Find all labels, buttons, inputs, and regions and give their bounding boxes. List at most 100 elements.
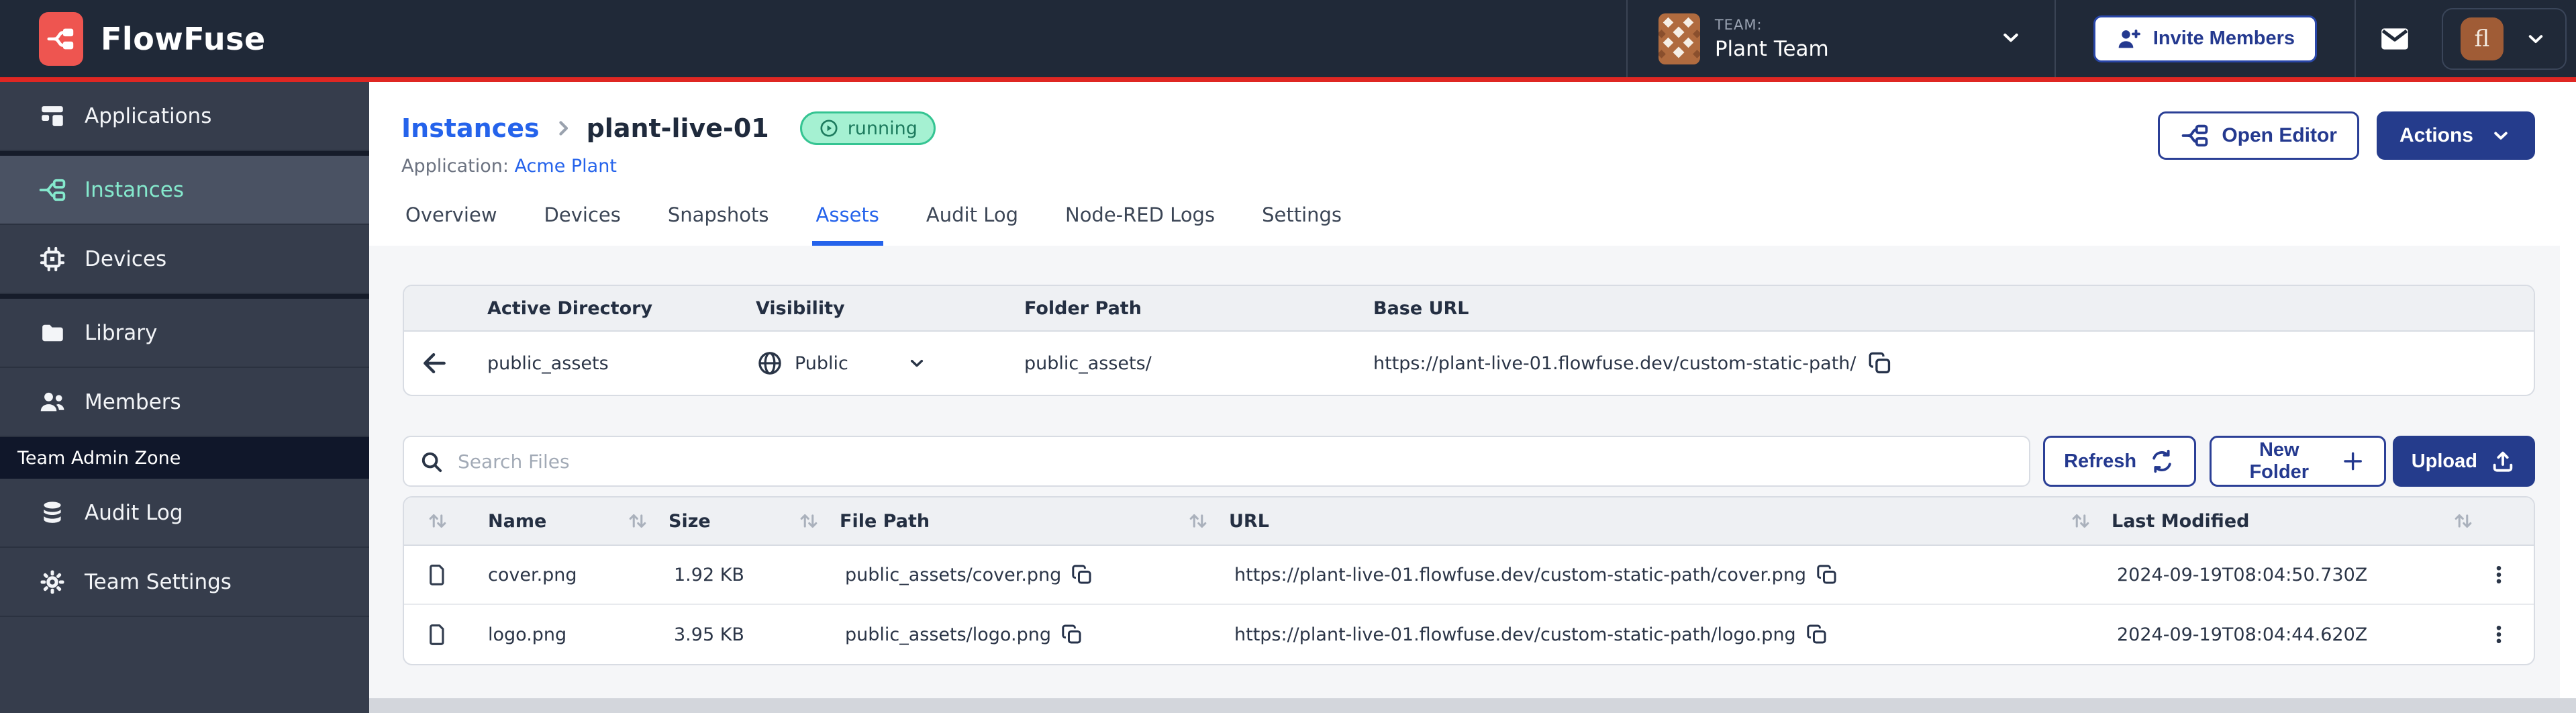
base-url-cell: https://plant-live-01.flowfuse.dev/custo… bbox=[1350, 350, 2534, 376]
upload-button[interactable]: Upload bbox=[2392, 436, 2535, 487]
breadcrumb-instances-link[interactable]: Instances bbox=[401, 113, 540, 143]
team-selector[interactable]: TEAM: Plant Team bbox=[1628, 0, 2054, 77]
sort-control[interactable] bbox=[404, 509, 471, 533]
new-folder-button[interactable]: New Folder bbox=[2210, 436, 2386, 487]
back-arrow-button[interactable] bbox=[404, 348, 464, 378]
kebab-menu-icon bbox=[2496, 625, 2501, 644]
column-header-file-path[interactable]: File Path bbox=[780, 509, 1169, 533]
tab-snapshots[interactable]: Snapshots bbox=[664, 203, 773, 246]
sidebar-item-applications[interactable]: Applications bbox=[0, 82, 369, 151]
status-label: running bbox=[847, 117, 918, 139]
new-folder-label: New Folder bbox=[2249, 439, 2310, 483]
visibility-select[interactable]: Public bbox=[733, 349, 1001, 377]
copy-url-button[interactable] bbox=[1816, 563, 1838, 586]
sidebar-item-team-settings[interactable]: Team Settings bbox=[0, 548, 369, 617]
sort-icon bbox=[2451, 509, 2475, 533]
col-visibility: Visibility bbox=[756, 297, 845, 319]
file-size: 1.92 KB bbox=[674, 564, 744, 585]
column-label: Last Modified bbox=[2112, 510, 2250, 532]
file-type-cell bbox=[404, 562, 471, 587]
invite-members-button[interactable]: Invite Members bbox=[2093, 15, 2317, 62]
sort-icon bbox=[626, 509, 650, 533]
table-row[interactable]: logo.png 3.95 KB public_assets/logo.png bbox=[404, 605, 2534, 664]
application-label: Application: bbox=[401, 156, 509, 177]
sidebar-item-members[interactable]: Members bbox=[0, 368, 369, 437]
application-link[interactable]: Acme Plant bbox=[515, 156, 617, 177]
upload-label: Upload bbox=[2411, 450, 2477, 472]
sidebar-item-label: Applications bbox=[85, 103, 212, 128]
node-red-editor-icon bbox=[2181, 124, 2208, 147]
base-url-value: https://plant-live-01.flowfuse.dev/custo… bbox=[1373, 352, 1856, 374]
user-avatar: fl bbox=[2461, 17, 2504, 60]
file-name: cover.png bbox=[488, 564, 577, 585]
status-badge: running bbox=[799, 111, 936, 145]
sort-control[interactable] bbox=[2434, 509, 2534, 533]
gear-icon bbox=[38, 568, 67, 596]
invite-members-label: Invite Members bbox=[2152, 28, 2295, 49]
folder-path-value: public_assets/ bbox=[1024, 352, 1152, 374]
copy-url-button[interactable] bbox=[1805, 623, 1828, 646]
actions-button[interactable]: Actions bbox=[2376, 111, 2535, 160]
chevron-right-icon bbox=[558, 121, 568, 136]
column-header-size[interactable]: Size bbox=[609, 509, 780, 533]
column-header-last-modified[interactable]: Last Modified bbox=[2052, 509, 2434, 533]
copy-icon bbox=[1062, 624, 1081, 644]
file-path-cell: public_assets/cover.png bbox=[780, 563, 1169, 586]
search-files-input[interactable] bbox=[403, 436, 2031, 487]
tab-devices[interactable]: Devices bbox=[540, 203, 625, 246]
file-url-cell: https://plant-live-01.flowfuse.dev/custo… bbox=[1169, 623, 2052, 646]
actions-label: Actions bbox=[2399, 124, 2473, 146]
sidebar-item-label: Team Settings bbox=[85, 569, 232, 594]
sort-icon bbox=[2069, 509, 2093, 533]
notifications-button[interactable] bbox=[2356, 0, 2434, 77]
column-label: File Path bbox=[840, 510, 930, 532]
brand-name: FlowFuse bbox=[101, 20, 266, 57]
user-menu[interactable]: fl bbox=[2442, 7, 2567, 70]
sidebar-item-instances[interactable]: Instances bbox=[0, 156, 369, 225]
copy-path-button[interactable] bbox=[1060, 623, 1083, 646]
members-icon bbox=[38, 387, 67, 417]
instance-name: plant-live-01 bbox=[586, 113, 769, 143]
library-icon bbox=[38, 319, 67, 347]
directory-panel-header: Active Directory Visibility Folder Path … bbox=[404, 286, 2534, 332]
top-navbar: FlowFuse TEAM: Plant Team Invite Members… bbox=[0, 0, 2576, 82]
column-header-name[interactable]: Name bbox=[471, 511, 609, 532]
team-admin-zone-band: Team Admin Zone bbox=[0, 437, 369, 479]
sidebar: Applications Instances Devices Library M… bbox=[0, 82, 369, 713]
open-editor-button[interactable]: Open Editor bbox=[2158, 111, 2359, 160]
copy-icon bbox=[1072, 565, 1091, 584]
row-actions-button[interactable] bbox=[2434, 563, 2534, 587]
file-size: 3.95 KB bbox=[674, 624, 744, 645]
row-actions-button[interactable] bbox=[2434, 622, 2534, 647]
tab-settings[interactable]: Settings bbox=[1258, 203, 1346, 246]
sidebar-item-label: Audit Log bbox=[85, 500, 183, 525]
tab-assets[interactable]: Assets bbox=[811, 203, 883, 246]
applications-icon bbox=[38, 102, 67, 130]
copy-path-button[interactable] bbox=[1071, 563, 1093, 586]
tab-audit-log[interactable]: Audit Log bbox=[922, 203, 1022, 246]
audit-log-icon bbox=[38, 499, 67, 527]
refresh-button[interactable]: Refresh bbox=[2043, 436, 2197, 487]
user-plus-icon bbox=[2118, 29, 2140, 48]
column-label: URL bbox=[1229, 510, 1269, 532]
sidebar-item-audit-log[interactable]: Audit Log bbox=[0, 479, 369, 548]
chevron-down-icon bbox=[910, 359, 923, 367]
file-url-cell: https://plant-live-01.flowfuse.dev/custo… bbox=[1169, 563, 2052, 586]
brand[interactable]: FlowFuse bbox=[0, 11, 266, 66]
directory-panel-row: public_assets Public public_assets/ http… bbox=[404, 332, 2534, 395]
scrollbar-track[interactable] bbox=[2560, 82, 2576, 698]
sidebar-item-devices[interactable]: Devices bbox=[0, 225, 369, 294]
header-buttons: Open Editor Actions bbox=[2158, 111, 2535, 160]
table-row[interactable]: cover.png 1.92 KB public_assets/cover.pn… bbox=[404, 546, 2534, 605]
team-name: Plant Team bbox=[1714, 36, 1829, 61]
column-header-url[interactable]: URL bbox=[1169, 509, 2052, 533]
copy-base-url-button[interactable] bbox=[1867, 350, 1893, 376]
devices-icon bbox=[38, 245, 67, 273]
sidebar-item-library[interactable]: Library bbox=[0, 299, 369, 368]
play-circle-icon bbox=[820, 120, 838, 137]
files-toolbar: Refresh New Folder Upload bbox=[403, 436, 2535, 487]
file-url: https://plant-live-01.flowfuse.dev/custo… bbox=[1234, 564, 1807, 585]
tab-overview[interactable]: Overview bbox=[401, 203, 501, 246]
tab-node-red-logs[interactable]: Node-RED Logs bbox=[1061, 203, 1219, 246]
chevron-down-icon bbox=[1998, 25, 2024, 53]
